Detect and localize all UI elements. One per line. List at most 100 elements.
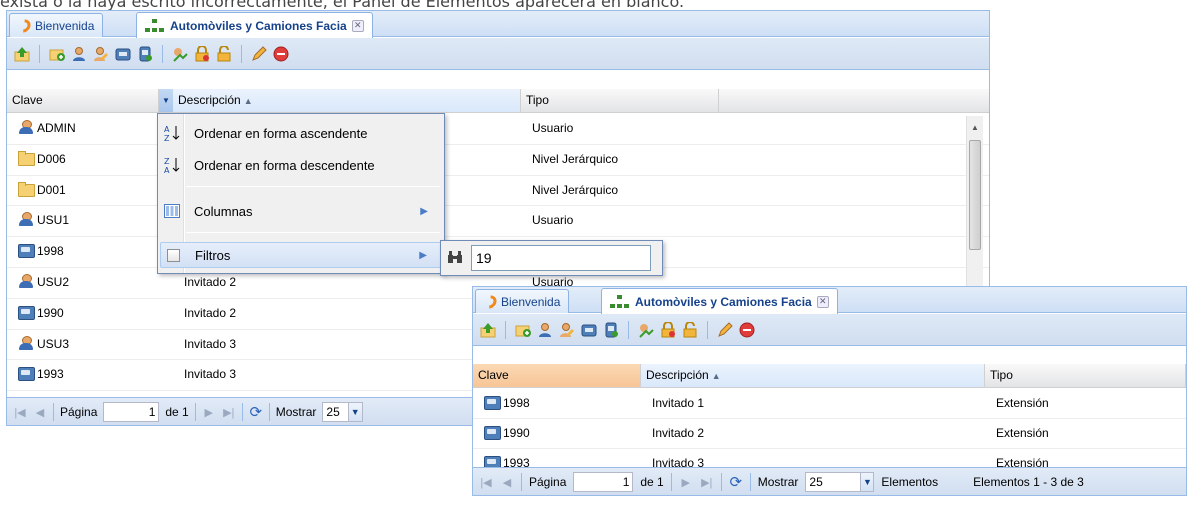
page-input[interactable]: 1 — [573, 472, 634, 492]
add-phone-icon[interactable] — [580, 321, 598, 339]
menu-item-sort-desc[interactable]: ZA Ordenar en forma descendente — [160, 152, 442, 178]
menu-item-columns[interactable]: Columnas ▶ — [160, 198, 442, 224]
add-device-icon[interactable] — [602, 321, 620, 339]
column-header-clave[interactable]: Clave — [7, 89, 159, 112]
last-page-icon[interactable]: ▶| — [700, 476, 714, 489]
filter-input[interactable]: 19 — [471, 245, 651, 271]
close-icon[interactable]: ✕ — [351, 19, 364, 32]
column-header-tipo[interactable]: Tipo — [521, 89, 719, 112]
add-phone-icon[interactable] — [114, 45, 132, 63]
chevron-down-icon[interactable]: ▼ — [347, 403, 362, 421]
pager-separator — [241, 403, 243, 421]
toolbar — [7, 38, 989, 70]
page-size-value: 25 — [326, 405, 340, 419]
move-icon[interactable] — [171, 45, 189, 63]
first-page-icon[interactable]: |◀ — [479, 476, 493, 489]
cell-text: 1993 — [37, 367, 64, 382]
prev-page-icon[interactable]: ◀ — [33, 406, 47, 419]
show-label: Mostrar — [275, 405, 317, 419]
tab-bar: Bienvenida Automòviles y Camiones Facia … — [7, 11, 989, 38]
delete-icon[interactable] — [272, 45, 290, 63]
column-header-descripcion[interactable]: Descripción ▲ — [641, 364, 985, 387]
add-folder-icon[interactable] — [48, 45, 66, 63]
first-page-icon[interactable]: |◀ — [13, 406, 27, 419]
column-header-label: Descripción — [178, 93, 241, 107]
scroll-thumb[interactable] — [969, 140, 981, 250]
pager-toolbar: |◀ ◀ Página 1 de 1 ▶ ▶| ⟳ Mostrar 25 ▼ E… — [473, 467, 1186, 495]
last-page-icon[interactable]: ▶| — [222, 406, 236, 419]
prev-page-icon[interactable]: ◀ — [500, 476, 514, 489]
lock-icon[interactable] — [659, 321, 677, 339]
cell-clave: ADMIN — [13, 114, 163, 144]
table-row[interactable]: USU1 Usuario — [7, 206, 989, 238]
cell-text: USU1 — [37, 213, 70, 228]
cell-text: Invitado 1 — [652, 396, 705, 410]
grid-panel-2: Bienvenida Automòviles y Camiones Facia … — [472, 286, 1187, 496]
column-header-clave[interactable]: Clave — [473, 364, 641, 387]
pencil-icon[interactable] — [716, 321, 734, 339]
next-page-icon[interactable]: ▶ — [202, 406, 216, 419]
cell-tipo: Extensión — [991, 389, 1181, 418]
svg-text:A: A — [164, 166, 170, 174]
menu-item-label: Ordenar en forma ascendente — [194, 125, 368, 141]
vertical-scrollbar[interactable]: ▲ — [966, 116, 983, 296]
page-input[interactable]: 1 — [103, 402, 160, 422]
refresh-icon[interactable]: ⟳ — [249, 403, 263, 421]
column-menu-trigger[interactable]: ▼ — [159, 89, 173, 112]
page-size-select[interactable]: 25 — [805, 472, 862, 492]
edit-user-icon[interactable] — [92, 45, 110, 63]
pager-separator — [720, 473, 722, 491]
unlock-icon[interactable] — [681, 321, 699, 339]
table-row[interactable]: D001 Nivel Jerárquico — [7, 176, 989, 207]
cell-clave: 1990 — [13, 299, 163, 329]
cell-text: Invitado 2 — [184, 275, 237, 289]
table-row[interactable]: 1990 Invitado 2 Extensión — [473, 419, 1186, 449]
close-icon[interactable]: ✕ — [816, 295, 829, 308]
cell-clave: D001 — [13, 176, 163, 206]
tab-automoviles[interactable]: Automòviles y Camiones Facia ✕ — [601, 288, 838, 314]
cell-text: D001 — [37, 182, 66, 197]
add-user-icon[interactable] — [536, 321, 554, 339]
scroll-up-icon[interactable]: ▲ — [967, 120, 983, 136]
refresh-icon[interactable]: ⟳ — [729, 473, 743, 491]
tab-automoviles[interactable]: Automòviles y Camiones Facia ✕ — [136, 12, 373, 38]
table-row[interactable]: 1998 Invitado 1 Extensión — [473, 389, 1186, 419]
org-chart-icon — [610, 294, 630, 309]
cell-clave: USU1 — [13, 206, 163, 236]
upload-icon[interactable] — [479, 321, 497, 339]
upload-icon[interactable] — [13, 45, 31, 63]
sort-asc-icon: ▲ — [243, 96, 253, 106]
add-user-icon[interactable] — [70, 45, 88, 63]
lock-icon[interactable] — [193, 45, 211, 63]
unlock-icon[interactable] — [215, 45, 233, 63]
page-size-select[interactable]: 25 ▼ — [322, 402, 363, 422]
edit-user-icon[interactable] — [558, 321, 576, 339]
welcome-icon — [480, 292, 500, 311]
column-header-descripcion[interactable]: Descripción ▲ — [173, 89, 521, 112]
tab-bienvenida[interactable]: Bienvenida — [475, 289, 570, 313]
cell-text: 1998 — [37, 244, 64, 259]
pencil-icon[interactable] — [250, 45, 268, 63]
next-page-icon[interactable]: ▶ — [679, 476, 693, 489]
move-icon[interactable] — [637, 321, 655, 339]
phone-icon — [484, 425, 501, 440]
delete-icon[interactable] — [738, 321, 756, 339]
cell-text: ADMIN — [37, 121, 76, 135]
add-folder-icon[interactable] — [514, 321, 532, 339]
add-device-icon[interactable] — [136, 45, 154, 63]
column-header-tipo[interactable]: Tipo — [985, 364, 1186, 387]
toolbar — [473, 314, 1186, 346]
menu-item-filters[interactable]: Filtros ▶ — [160, 242, 442, 268]
cell-descripcion: Invitado 2 — [179, 299, 519, 329]
menu-separator — [186, 232, 440, 233]
table-row[interactable]: D006 Nivel Jerárquico — [7, 145, 989, 176]
cell-clave: 1998 — [479, 389, 639, 418]
table-row[interactable]: ADMIN Usuario — [7, 114, 989, 145]
cell-clave: 1990 — [479, 419, 639, 448]
chevron-down-icon[interactable]: ▼ — [860, 472, 875, 492]
toolbar-separator — [505, 320, 506, 339]
page-size-value: 25 — [809, 475, 823, 489]
menu-item-sort-asc[interactable]: AZ Ordenar en forma ascendente — [160, 120, 442, 146]
filters-checkbox[interactable] — [161, 248, 185, 262]
tab-bienvenida[interactable]: Bienvenida — [9, 13, 104, 37]
